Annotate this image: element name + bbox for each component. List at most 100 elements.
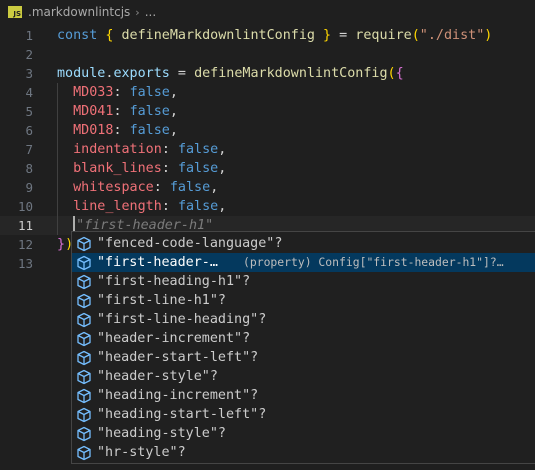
code-line[interactable]: 5 MD041: false, xyxy=(0,102,535,121)
code-token: , xyxy=(218,161,227,176)
suggestion-item[interactable]: "header-style"? xyxy=(72,367,535,386)
suggestion-item[interactable]: "fenced-code-language"? xyxy=(72,234,535,253)
suggestion-label: "first-header-… xyxy=(97,255,218,270)
code-token: { xyxy=(105,28,122,43)
code-token: = xyxy=(331,28,356,43)
code-token: false xyxy=(177,199,219,214)
suggestion-item[interactable]: "first-line-heading"? xyxy=(72,310,535,329)
code-token: require xyxy=(355,28,412,43)
code-token: ( xyxy=(411,28,420,43)
code-token: } xyxy=(314,28,332,43)
suggestion-item[interactable]: "heading-start-left"? xyxy=(72,405,535,424)
suggestion-item[interactable]: "header-increment"? xyxy=(72,329,535,348)
suggestion-label: "heading-style"? xyxy=(97,426,226,441)
suggestion-label: "first-line-h1"? xyxy=(97,293,226,308)
line-number: 6 xyxy=(25,123,33,138)
code-token: line_length xyxy=(57,199,162,214)
breadcrumb-file[interactable]: .markdownlintcjs xyxy=(28,5,130,19)
suggestion-item[interactable]: "heading-style"? xyxy=(72,424,535,443)
property-cube-icon xyxy=(76,331,92,347)
property-cube-icon xyxy=(76,255,92,271)
suggestion-item[interactable]: "header-start-left"? xyxy=(72,348,535,367)
breadcrumb-more[interactable]: ... xyxy=(145,5,156,19)
code-token: , xyxy=(169,123,178,138)
code-token: false xyxy=(129,104,170,119)
javascript-file-icon: JS xyxy=(8,6,22,18)
line-number: 11 xyxy=(17,218,33,233)
code-line[interactable]: 10 line_length: false, xyxy=(0,197,535,216)
indent-guide xyxy=(57,83,58,235)
code-token: exports xyxy=(113,66,170,81)
suggestion-label: "heading-start-left"? xyxy=(97,407,267,422)
code-token: = xyxy=(169,66,195,81)
code-line[interactable]: 6 MD018: false, xyxy=(0,121,535,140)
code-token: ( xyxy=(387,66,396,81)
code-token: indentation xyxy=(57,142,162,157)
code-text: const { defineMarkdownlintConfig } = req… xyxy=(57,26,492,45)
breadcrumb-chevron-icon: › xyxy=(135,5,140,19)
line-number: 4 xyxy=(25,85,33,100)
code-line[interactable]: 8 blank_lines: false, xyxy=(0,159,535,178)
suggestion-label: "header-increment"? xyxy=(97,331,251,346)
line-number: 13 xyxy=(17,256,33,271)
suggestion-item[interactable]: "hr-style"? xyxy=(72,443,535,462)
code-text: indentation: false, xyxy=(57,140,226,159)
property-cube-icon xyxy=(76,426,92,442)
code-token: : xyxy=(113,123,130,138)
code-token: : xyxy=(113,104,130,119)
suggestion-label: "header-start-left"? xyxy=(97,350,259,365)
line-number: 5 xyxy=(25,104,33,119)
suggestion-label: "header-style"? xyxy=(97,369,218,384)
property-cube-icon xyxy=(76,388,92,404)
line-number: 1 xyxy=(25,28,33,43)
code-text: whitespace: false, xyxy=(57,178,218,197)
code-line[interactable]: 7 indentation: false, xyxy=(0,140,535,159)
code-text: line_length: false, xyxy=(57,197,226,216)
line-number: 9 xyxy=(25,180,33,195)
property-cube-icon xyxy=(76,236,92,252)
code-token: : xyxy=(153,180,170,195)
code-token: MD018 xyxy=(57,123,114,138)
code-token: MD033 xyxy=(57,85,114,100)
code-token: MD041 xyxy=(57,104,114,119)
property-cube-icon xyxy=(76,274,92,290)
code-line[interactable]: 9 whitespace: false, xyxy=(0,178,535,197)
code-token: , xyxy=(210,180,219,195)
code-token: "./dist" xyxy=(419,28,485,43)
code-line[interactable]: 3 module.exports = defineMarkdownlintConf… xyxy=(0,64,535,83)
code-token: false xyxy=(177,142,219,157)
code-token: false xyxy=(129,85,170,100)
suggestion-item[interactable]: "heading-increment"? xyxy=(72,386,535,405)
code-text: MD018: false, xyxy=(57,121,178,140)
text-cursor xyxy=(73,216,76,232)
line-number: 12 xyxy=(17,237,33,252)
code-token: : xyxy=(161,199,178,214)
property-cube-icon xyxy=(76,312,92,328)
code-line[interactable]: 4 MD033: false, xyxy=(0,83,535,102)
code-token: , xyxy=(169,104,178,119)
suggestion-detail: (property) Config["first-header-h1"]?… xyxy=(243,255,504,269)
code-token: blank_lines xyxy=(57,161,162,176)
line-number: 3 xyxy=(25,66,33,81)
code-token: , xyxy=(218,142,227,157)
property-cube-icon xyxy=(76,407,92,423)
code-line[interactable]: 1 const { defineMarkdownlintConfig } = re… xyxy=(0,26,535,45)
suggestion-label: "fenced-code-language"? xyxy=(97,236,283,251)
code-line[interactable]: 2 xyxy=(0,45,535,64)
suggestion-widget[interactable]: "fenced-code-language"? "first-header-… (p… xyxy=(71,231,535,464)
code-token: : xyxy=(113,85,130,100)
code-token: false xyxy=(129,123,170,138)
breadcrumb: JS .markdownlintcjs › ... xyxy=(0,0,535,24)
suggestion-item[interactable]: "first-line-h1"? xyxy=(72,291,535,310)
line-number: 2 xyxy=(25,47,33,62)
line-number: 8 xyxy=(25,161,33,176)
line-number: 10 xyxy=(17,199,33,214)
suggestion-item[interactable]: "first-header-… (property) Config["first-… xyxy=(72,253,535,272)
code-token: : xyxy=(161,161,178,176)
property-cube-icon xyxy=(76,369,92,385)
code-token: { xyxy=(395,66,404,81)
code-token: : xyxy=(161,142,178,157)
suggestion-item[interactable]: "first-heading-h1"? xyxy=(72,272,535,291)
code-token: defineMarkdownlintConfig xyxy=(194,66,388,81)
code-token: , xyxy=(218,199,227,214)
